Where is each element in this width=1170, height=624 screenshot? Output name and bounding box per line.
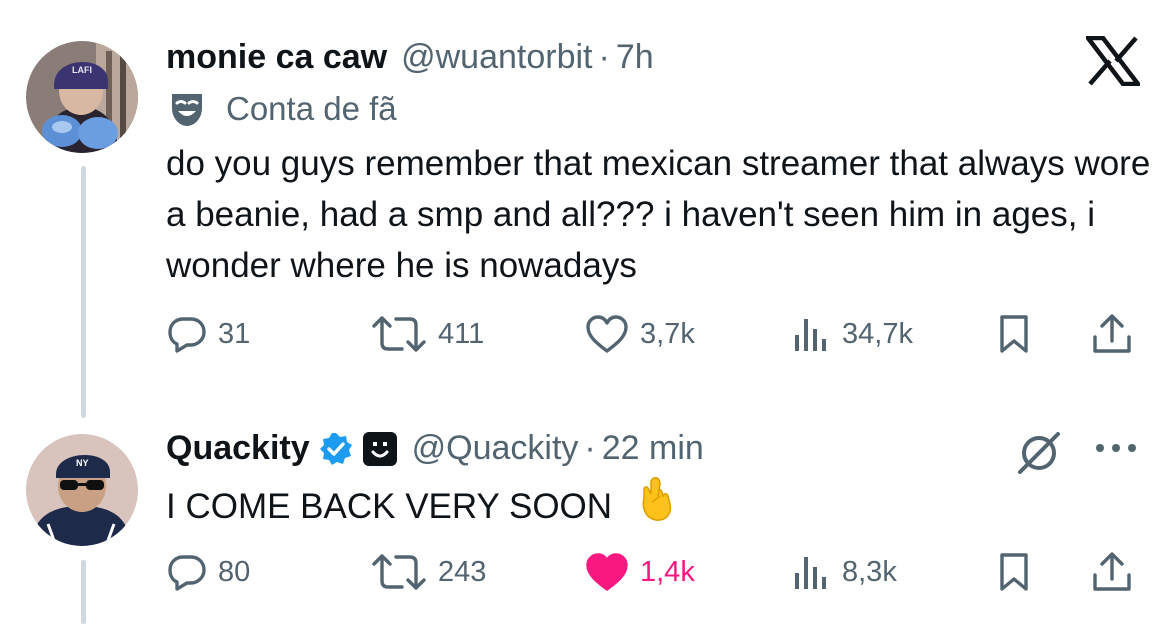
tweet1-text: do you guys remember that mexican stream… — [166, 144, 1151, 285]
timestamp[interactable]: 7h — [616, 38, 654, 77]
separator-dot: · — [598, 38, 610, 76]
like-count: 3,7k — [640, 317, 695, 350]
display-name[interactable]: Quackity — [166, 429, 310, 468]
user-handle[interactable]: @wuantorbit — [401, 38, 592, 77]
tweet2-header: Quackity @Quackity · 22 min — [166, 429, 704, 468]
fan-account-label: Conta de fã — [166, 88, 397, 130]
like-button[interactable]: 3,7k — [584, 309, 695, 359]
more-icon[interactable] — [1092, 438, 1140, 463]
fan-account-text: Conta de fã — [226, 90, 397, 127]
repost-icon — [370, 551, 428, 593]
view-count: 34,7k — [842, 317, 913, 350]
repost-icon — [370, 313, 428, 355]
tweet1-header: monie ca caw @wuantorbit · 7h — [166, 38, 654, 77]
avatar-wuantorbit[interactable]: LAFI — [26, 41, 138, 153]
display-name[interactable]: monie ca caw — [166, 38, 387, 77]
bookmark-icon — [994, 551, 1034, 593]
view-count: 8,3k — [842, 555, 897, 588]
bookmark-button[interactable] — [994, 309, 1034, 359]
reply-button[interactable]: 31 — [166, 309, 250, 359]
separator-dot: · — [584, 429, 596, 467]
verified-badge-icon[interactable] — [318, 431, 354, 467]
like-button-active[interactable]: 1,4k — [584, 547, 695, 597]
reply-count: 80 — [218, 555, 251, 588]
tweet2-text-row: I COME BACK VERY SOON — [166, 476, 1156, 536]
avatar-quackity[interactable]: NY — [26, 434, 138, 546]
x-logo-icon[interactable] — [1083, 35, 1143, 91]
repost-button[interactable]: 411 — [370, 309, 484, 359]
repost-count: 243 — [438, 555, 487, 588]
heart-icon — [584, 313, 630, 355]
views-icon — [790, 313, 832, 355]
reply-button[interactable]: 80 — [166, 547, 250, 597]
share-icon — [1090, 551, 1134, 593]
tweet2-text: I COME BACK VERY SOON — [166, 486, 613, 526]
share-icon — [1090, 313, 1134, 355]
bookmark-icon — [994, 313, 1034, 355]
reply-icon — [166, 313, 208, 355]
grok-icon[interactable] — [1014, 428, 1064, 483]
timestamp[interactable]: 22 min — [602, 429, 704, 468]
share-button[interactable] — [1090, 547, 1134, 597]
tweet2-actions: 80 243 1,4k 8,3k — [166, 547, 1140, 597]
like-count: 1,4k — [640, 555, 695, 588]
views-button[interactable]: 34,7k — [790, 309, 913, 359]
tweet-thread: LAFI monie ca caw @wuantorbit · 7h Conta… — [0, 0, 1170, 624]
theater-mask-icon — [166, 88, 208, 130]
thread-line — [81, 166, 86, 418]
crossed-fingers-emoji-icon — [634, 476, 676, 536]
bookmark-button[interactable] — [994, 547, 1034, 597]
svg-text:NY: NY — [76, 458, 89, 468]
views-button[interactable]: 8,3k — [790, 547, 897, 597]
user-handle[interactable]: @Quackity — [412, 429, 579, 468]
svg-text:LAFI: LAFI — [72, 65, 92, 75]
thread-line-continuation — [81, 560, 86, 624]
heart-icon — [584, 551, 630, 593]
affiliate-badge-icon[interactable] — [362, 431, 398, 467]
share-button[interactable] — [1090, 309, 1134, 359]
tweet1-actions: 31 411 3,7k 34,7k — [166, 309, 1140, 359]
views-icon — [790, 551, 832, 593]
repost-button[interactable]: 243 — [370, 547, 486, 597]
repost-count: 411 — [438, 317, 485, 350]
reply-icon — [166, 551, 208, 593]
reply-count: 31 — [218, 317, 251, 350]
